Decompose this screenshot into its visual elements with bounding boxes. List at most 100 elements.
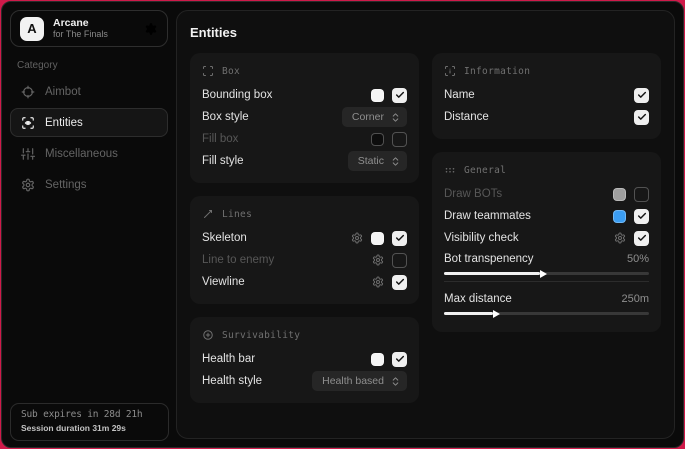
row-controls — [372, 253, 407, 268]
row-label: Health style — [202, 375, 262, 387]
scan-info-icon — [444, 65, 456, 77]
checkbox[interactable] — [634, 231, 649, 246]
color-swatch[interactable] — [613, 188, 626, 201]
setting-row: Viewline — [202, 271, 407, 293]
sidebar-item-label: Entities — [45, 117, 83, 129]
cards-grid: Box Bounding box Box styleCorner Fill box Fi… — [190, 53, 661, 403]
brand-title: Arcane — [53, 17, 108, 29]
row-label: Name — [444, 89, 475, 101]
app-window: A Arcane for The Finals Category Aimbot E… — [1, 1, 684, 448]
slider-track[interactable] — [444, 272, 649, 275]
slider-track[interactable] — [444, 312, 649, 315]
setting-row: Fill styleStatic — [202, 150, 407, 172]
divider — [444, 281, 649, 282]
sidebar-item-entities[interactable]: Entities — [10, 108, 168, 137]
row-label: Viewline — [202, 276, 245, 288]
crosshair-icon — [21, 85, 35, 99]
page-title: Entities — [190, 25, 661, 40]
setting-row: Line to enemy — [202, 249, 407, 271]
gear-icon[interactable] — [372, 254, 384, 266]
setting-row: Visibility check — [444, 227, 649, 249]
row-label: Draw BOTs — [444, 188, 502, 200]
checkbox[interactable] — [634, 88, 649, 103]
setting-row: Skeleton — [202, 227, 407, 249]
color-swatch[interactable] — [371, 232, 384, 245]
health-cross-icon — [202, 329, 214, 341]
setting-row: Draw BOTs — [444, 183, 649, 205]
checkbox[interactable] — [634, 110, 649, 125]
chevrons-up-down-icon — [390, 376, 401, 387]
setting-row: Box styleCorner — [202, 106, 407, 128]
card-title: Survivability — [222, 330, 300, 341]
brand-card: A Arcane for The Finals — [10, 10, 168, 47]
row-controls — [634, 110, 649, 125]
slider-label-row: Max distance 250m — [444, 290, 649, 308]
sidebar-item-aimbot[interactable]: Aimbot — [10, 77, 168, 106]
row-label: Max distance — [444, 293, 512, 305]
sidebar-item-label: Aimbot — [45, 86, 81, 98]
row-label: Bounding box — [202, 89, 272, 101]
checkbox[interactable] — [392, 253, 407, 268]
checkbox[interactable] — [634, 209, 649, 224]
color-swatch[interactable] — [371, 133, 384, 146]
row-label: Distance — [444, 111, 489, 123]
row-label: Skeleton — [202, 232, 247, 244]
diagonal-line-icon — [202, 208, 214, 220]
card-box: Box Bounding box Box styleCorner Fill box Fi… — [190, 53, 419, 183]
row-controls — [371, 352, 407, 367]
dropdown-value: Static — [358, 155, 384, 167]
sidebar-item-label: Settings — [45, 179, 87, 191]
row-label: Draw teammates — [444, 210, 531, 222]
slider-value: 50% — [627, 253, 649, 265]
color-swatch[interactable] — [613, 210, 626, 223]
scan-box-icon — [202, 65, 214, 77]
category-label: Category — [17, 60, 168, 71]
row-label: Bot transpenency — [444, 253, 534, 265]
row-controls — [372, 275, 407, 290]
card-lines: LinesSkeletonLine to enemyViewline — [190, 196, 419, 304]
row-label: Visibility check — [444, 232, 519, 244]
color-swatch[interactable] — [371, 353, 384, 366]
row-controls — [371, 88, 407, 103]
dropdown-health-style[interactable]: Health based — [312, 371, 407, 391]
sidebar: A Arcane for The Finals Category Aimbot E… — [2, 2, 176, 447]
gear-icon[interactable] — [351, 232, 363, 244]
checkbox[interactable] — [392, 132, 407, 147]
brand-text: Arcane for The Finals — [53, 17, 108, 39]
gear-icon[interactable] — [144, 22, 158, 36]
slider-thumb[interactable] — [493, 310, 500, 318]
slider-value: 250m — [621, 293, 649, 305]
checkbox[interactable] — [392, 275, 407, 290]
row-controls — [613, 209, 649, 224]
slider-fill — [444, 272, 540, 275]
gear-icon[interactable] — [372, 276, 384, 288]
checkbox[interactable] — [392, 88, 407, 103]
row-controls — [613, 187, 649, 202]
row-label: Health bar — [202, 353, 255, 365]
dropdown-box-style[interactable]: Corner — [342, 107, 407, 127]
checkbox[interactable] — [392, 352, 407, 367]
sidebar-item-settings[interactable]: Settings — [10, 170, 168, 199]
card-title: General — [464, 165, 506, 176]
color-swatch[interactable] — [371, 89, 384, 102]
sub-expiry-text: Sub expires in 28d 21h — [21, 409, 158, 420]
right-column: InformationNameDistanceGeneralDraw BOTsD… — [432, 53, 661, 403]
card-title: Box — [222, 66, 240, 77]
dropdown-fill-style[interactable]: Static — [348, 151, 407, 171]
chevrons-up-down-icon — [390, 156, 401, 167]
row-label: Fill box — [202, 133, 238, 145]
checkbox[interactable] — [634, 187, 649, 202]
slider-row-5: Max distance 250m — [444, 290, 649, 315]
card-header: Box — [202, 65, 407, 77]
sidebar-item-label: Miscellaneous — [45, 148, 118, 160]
subscription-card: Sub expires in 28d 21h Session duration … — [10, 403, 169, 441]
gear-icon — [21, 178, 35, 192]
scan-eye-icon — [21, 116, 35, 130]
setting-row: Name — [444, 84, 649, 106]
slider-thumb[interactable] — [540, 270, 547, 278]
slider-row-3: Bot transpenency 50% — [444, 250, 649, 275]
checkbox[interactable] — [392, 231, 407, 246]
sidebar-item-miscellaneous[interactable]: Miscellaneous — [10, 139, 168, 168]
gear-icon[interactable] — [614, 232, 626, 244]
brand-logo: A — [20, 17, 44, 41]
